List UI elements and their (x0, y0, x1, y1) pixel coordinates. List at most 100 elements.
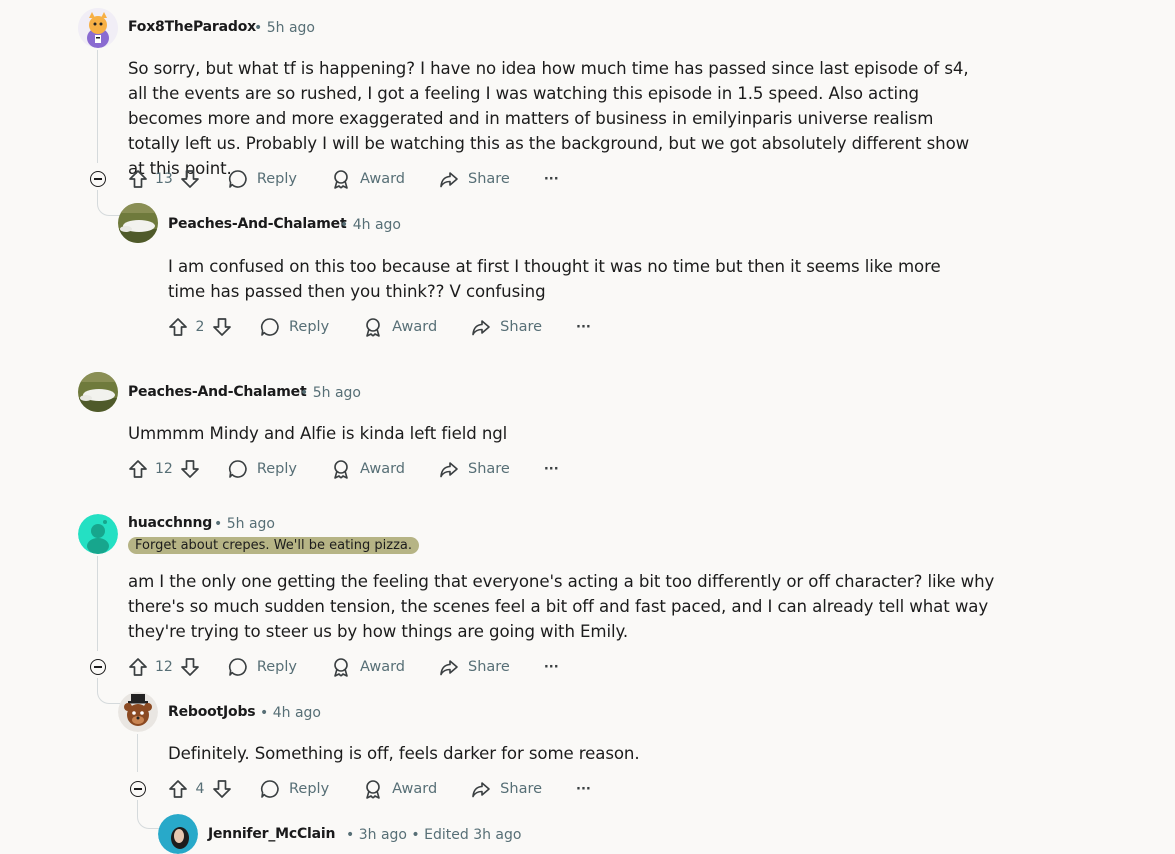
award-icon (330, 168, 352, 190)
share-icon (438, 168, 460, 190)
comment-action-bar: 4 Reply Award Share ··· (167, 773, 591, 805)
award-icon (362, 778, 384, 800)
username[interactable]: Peaches-And-Chalamet (128, 384, 307, 400)
share-label: Share (500, 781, 543, 797)
share-button[interactable]: Share (438, 656, 510, 678)
reply-label: Reply (256, 171, 297, 187)
comment-time: • 3h ago • Edited 3h ago (346, 827, 522, 843)
share-label: Share (468, 171, 510, 187)
comment-icon (227, 168, 249, 190)
share-icon (470, 316, 492, 338)
award-label: Award (392, 781, 438, 797)
award-button[interactable]: Award (362, 316, 437, 338)
more-options-button[interactable]: ··· (576, 782, 591, 797)
comment-text: am I the only one getting the feeling th… (128, 572, 995, 641)
share-button[interactable]: Share (438, 168, 510, 190)
comment-text: I am confused on this too because at fir… (168, 257, 941, 301)
avatar[interactable] (78, 372, 118, 412)
avatar[interactable] (78, 514, 118, 554)
award-button[interactable]: Award (330, 168, 405, 190)
comment-time: • 5h ago (300, 385, 361, 401)
reply-label: Reply (289, 319, 330, 335)
reply-button[interactable]: Reply (259, 778, 329, 800)
collapse-button[interactable] (130, 781, 146, 797)
share-button[interactable]: Share (470, 316, 542, 338)
vote-count: 13 (155, 171, 173, 187)
comment-action-bar: 13 Reply Award Share ··· (127, 163, 559, 195)
upvote-icon[interactable] (167, 778, 189, 800)
collapse-button[interactable] (90, 659, 106, 675)
comment-icon (259, 316, 281, 338)
comment-time: • 5h ago (214, 516, 275, 532)
thread-elbow (97, 678, 120, 704)
comment-text: Definitely. Something is off, feels dark… (168, 744, 640, 763)
more-options-button[interactable]: ··· (544, 462, 559, 477)
avatar[interactable] (78, 8, 118, 48)
award-button[interactable]: Award (362, 778, 437, 800)
upvote-icon[interactable] (127, 168, 149, 190)
comment-text: Ummmm Mindy and Alfie is kinda left fiel… (128, 424, 508, 443)
upvote-icon[interactable] (127, 656, 149, 678)
comment-icon (259, 778, 281, 800)
username[interactable]: RebootJobs (168, 704, 256, 720)
award-icon (330, 656, 352, 678)
comment-action-bar: 12 Reply Award Share ··· (127, 453, 559, 485)
username[interactable]: Fox8TheParadox (128, 19, 256, 35)
downvote-icon[interactable] (179, 168, 201, 190)
username[interactable]: huacchnng (128, 515, 212, 531)
award-label: Award (392, 319, 438, 335)
share-button[interactable]: Share (470, 778, 542, 800)
comment-time: • 4h ago (340, 217, 401, 233)
share-icon (438, 656, 460, 678)
reply-button[interactable]: Reply (227, 168, 297, 190)
username[interactable]: Jennifer_McClain (208, 826, 335, 842)
vote-count: 12 (155, 659, 173, 675)
collapse-button[interactable] (90, 171, 106, 187)
username[interactable]: Peaches-And-Chalamet (168, 216, 347, 232)
reply-label: Reply (289, 781, 330, 797)
user-flair: Forget about crepes. We'll be eating piz… (128, 537, 420, 554)
award-button[interactable]: Award (330, 656, 405, 678)
more-options-button[interactable]: ··· (544, 660, 559, 675)
thread-elbow (137, 800, 160, 829)
downvote-icon[interactable] (179, 656, 201, 678)
upvote-icon[interactable] (167, 316, 189, 338)
vote-count: 4 (195, 781, 205, 797)
thread-elbow (97, 190, 120, 216)
thread-line (137, 734, 138, 772)
downvote-icon[interactable] (179, 458, 201, 480)
more-options-button[interactable]: ··· (544, 172, 559, 187)
comment-time: • 5h ago (254, 20, 315, 36)
upvote-icon[interactable] (127, 458, 149, 480)
share-label: Share (500, 319, 543, 335)
share-button[interactable]: Share (438, 458, 510, 480)
award-label: Award (360, 659, 405, 675)
award-icon (362, 316, 384, 338)
downvote-icon[interactable] (211, 316, 233, 338)
thread-line (97, 50, 98, 163)
avatar[interactable] (118, 203, 158, 243)
vote-count: 12 (155, 461, 173, 477)
thread-line (97, 556, 98, 651)
reply-label: Reply (256, 659, 297, 675)
reply-button[interactable]: Reply (259, 316, 329, 338)
avatar[interactable] (118, 692, 158, 732)
comment-icon (227, 458, 249, 480)
award-button[interactable]: Award (330, 458, 405, 480)
reply-button[interactable]: Reply (227, 458, 297, 480)
award-icon (330, 458, 352, 480)
downvote-icon[interactable] (211, 778, 233, 800)
avatar[interactable] (158, 814, 198, 854)
share-icon (438, 458, 460, 480)
comment-icon (227, 656, 249, 678)
share-icon (470, 778, 492, 800)
more-options-button[interactable]: ··· (576, 320, 591, 335)
comment-time: • 4h ago (260, 705, 321, 721)
award-label: Award (360, 171, 405, 187)
comment-action-bar: 12 Reply Award Share ··· (127, 651, 559, 683)
reply-button[interactable]: Reply (227, 656, 297, 678)
reply-label: Reply (256, 461, 297, 477)
share-label: Share (468, 461, 510, 477)
share-label: Share (468, 659, 510, 675)
award-label: Award (360, 461, 405, 477)
